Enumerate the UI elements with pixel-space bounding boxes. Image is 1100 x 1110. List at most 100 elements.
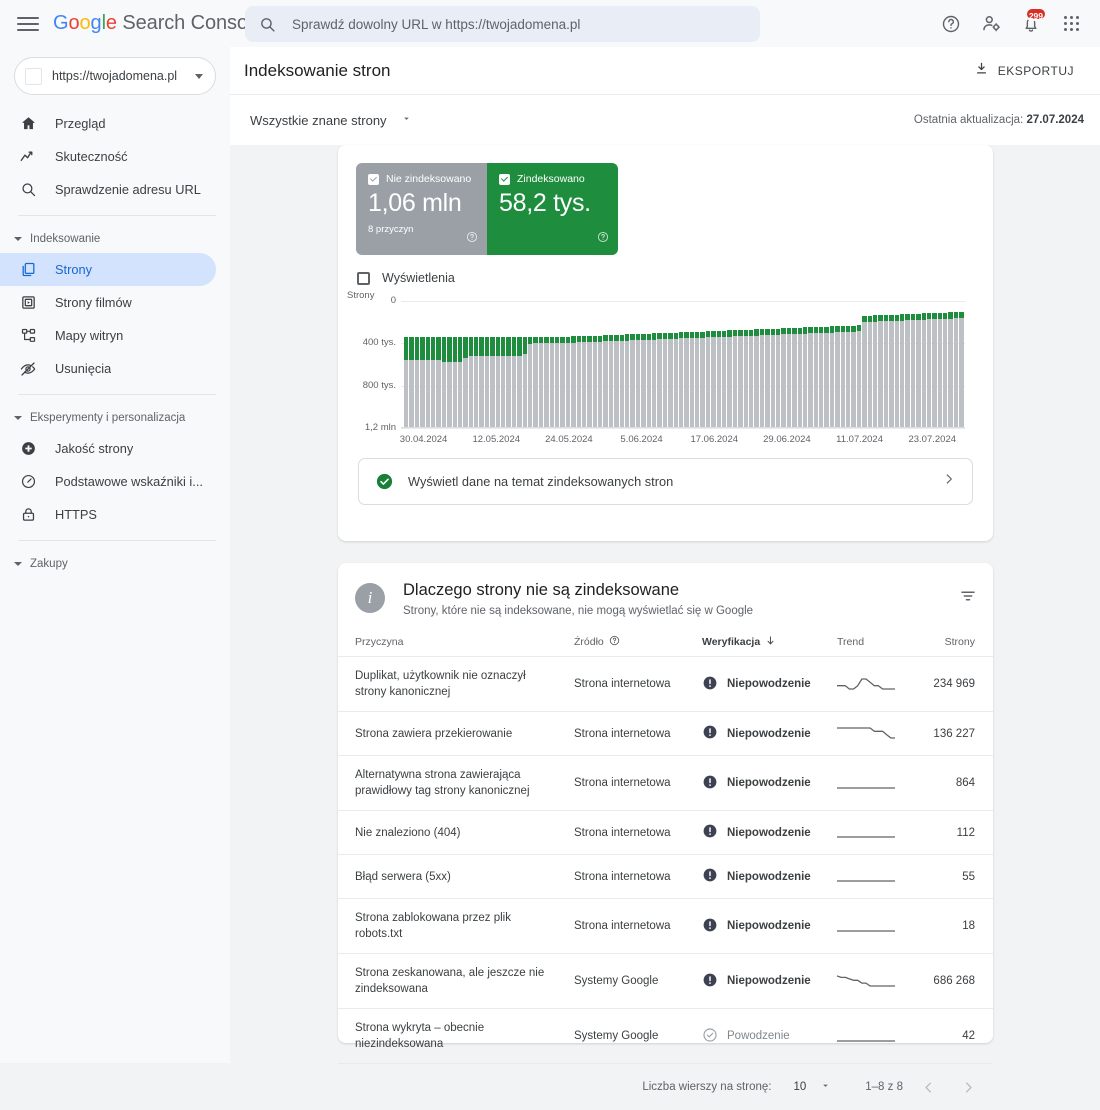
chart-bar[interactable]: [899, 314, 905, 428]
chart-bar[interactable]: [684, 332, 689, 428]
chart-bar[interactable]: [883, 314, 889, 428]
rows-per-page-select[interactable]: 10: [787, 1074, 837, 1100]
chart-bar[interactable]: [517, 336, 522, 428]
chart-bar[interactable]: [749, 329, 754, 428]
impressions-toggle[interactable]: Wyświetlenia: [357, 271, 993, 285]
chart-bar[interactable]: [959, 312, 964, 428]
chart-bar[interactable]: [501, 336, 506, 428]
chart-bar[interactable]: [872, 315, 878, 428]
chart-bar[interactable]: [840, 326, 846, 428]
chart-bar[interactable]: [409, 336, 414, 428]
chart-bar[interactable]: [953, 312, 959, 428]
table-row[interactable]: Strona zeskanowana, ale jeszcze nie zind…: [338, 953, 993, 1009]
property-selector[interactable]: https://twojadomena.pl: [14, 57, 216, 95]
chart-bar[interactable]: [754, 329, 759, 428]
chart-bar[interactable]: [441, 336, 447, 428]
chart-bar[interactable]: [436, 336, 441, 428]
chart-bar[interactable]: [625, 334, 630, 428]
chart-bar[interactable]: [678, 332, 684, 428]
sidebar-item-url-inspection[interactable]: Sprawdzenie adresu URL: [0, 173, 216, 206]
chart-bar[interactable]: [576, 336, 581, 428]
next-page-button[interactable]: [953, 1072, 983, 1102]
sidebar-group-shopping[interactable]: Zakupy: [0, 550, 230, 578]
chart-bar[interactable]: [797, 327, 802, 428]
chart-bar[interactable]: [738, 330, 743, 428]
chart-bar[interactable]: [856, 325, 862, 428]
chart-bar[interactable]: [587, 335, 592, 428]
impressions-checkbox[interactable]: [357, 271, 370, 285]
sidebar-item-overview[interactable]: Przegląd: [0, 107, 216, 140]
chart-bar[interactable]: [937, 312, 943, 428]
hamburger-menu-icon[interactable]: [17, 13, 39, 35]
chart-bar[interactable]: [689, 331, 695, 428]
table-row[interactable]: Duplikat, użytkownik nie oznaczył strony…: [338, 656, 993, 712]
sidebar-item-sitemaps[interactable]: Mapy witryn: [0, 319, 216, 352]
chart-bar[interactable]: [490, 336, 495, 428]
chart-bar[interactable]: [759, 329, 765, 428]
chart-bar[interactable]: [474, 336, 479, 428]
chart-bar[interactable]: [554, 336, 560, 428]
help-circle-icon[interactable]: [609, 635, 620, 649]
chart-bar[interactable]: [538, 337, 544, 428]
chart-bar[interactable]: [420, 336, 425, 428]
chart-bar[interactable]: [506, 336, 511, 428]
chart-bar[interactable]: [452, 336, 457, 428]
export-button[interactable]: EKSPORTUJ: [964, 55, 1084, 87]
sidebar-item-removals[interactable]: Usunięcia: [0, 352, 216, 385]
global-search-bar[interactable]: [245, 6, 760, 42]
chart-bar[interactable]: [786, 328, 792, 428]
chart-bar[interactable]: [765, 328, 770, 428]
chart-bar[interactable]: [673, 332, 678, 428]
sidebar-group-indexing[interactable]: Indeksowanie: [0, 225, 230, 253]
chart-bar[interactable]: [878, 315, 883, 428]
chart-bar[interactable]: [522, 337, 527, 428]
chart-bar[interactable]: [808, 327, 813, 428]
sidebar-group-experiments[interactable]: Eksperymenty i personalizacja: [0, 404, 230, 432]
chart-bar[interactable]: [824, 326, 829, 428]
table-row[interactable]: Strona zawiera przekierowanie Strona inte…: [338, 711, 993, 756]
table-row[interactable]: Strona zablokowana przez plik robots.txt…: [338, 898, 993, 954]
chart-bar[interactable]: [846, 325, 851, 428]
chart-bar[interactable]: [608, 335, 614, 428]
chart-bar[interactable]: [447, 336, 452, 428]
column-header-trend[interactable]: Trend: [837, 635, 907, 657]
chart-bar[interactable]: [668, 332, 673, 428]
chart-bar[interactable]: [727, 330, 732, 428]
metric-checkbox[interactable]: [368, 173, 379, 185]
chart-bar[interactable]: [700, 331, 705, 428]
chart-bar[interactable]: [565, 336, 571, 428]
chart-bar[interactable]: [468, 336, 474, 428]
chart-bar[interactable]: [889, 314, 894, 428]
page-filter-dropdown[interactable]: Wszystkie znane strony: [244, 106, 418, 134]
help-circle-icon[interactable]: [466, 230, 478, 248]
chart-bar[interactable]: [943, 312, 948, 428]
metric-checkbox[interactable]: [499, 173, 510, 185]
chart-bar[interactable]: [743, 329, 748, 428]
chart-bar[interactable]: [657, 333, 662, 428]
chart-bar[interactable]: [571, 336, 576, 428]
chart-bar[interactable]: [495, 336, 501, 428]
chart-bar[interactable]: [511, 336, 517, 428]
chart-bar[interactable]: [484, 336, 490, 428]
chart-bar[interactable]: [770, 328, 775, 428]
chart-bar[interactable]: [851, 325, 856, 428]
chart-bar[interactable]: [695, 331, 700, 428]
help-circle-icon[interactable]: [934, 7, 968, 41]
chart-bar[interactable]: [894, 314, 899, 428]
chart-bar[interactable]: [603, 335, 608, 428]
chart-bar[interactable]: [921, 313, 926, 428]
chart-bar[interactable]: [835, 326, 840, 428]
chart-bar[interactable]: [527, 337, 533, 428]
column-header-reason[interactable]: Przyczyna: [338, 635, 574, 657]
chart-bar[interactable]: [619, 334, 625, 428]
chart-bar[interactable]: [711, 331, 716, 428]
sidebar-item-video-pages[interactable]: Strony filmów: [0, 286, 216, 319]
chart-bar[interactable]: [404, 336, 409, 428]
chart-bar[interactable]: [598, 335, 603, 428]
apps-grid-icon[interactable]: [1054, 7, 1088, 41]
chart-bar[interactable]: [802, 327, 808, 428]
chart-bar[interactable]: [630, 334, 635, 428]
chart-bar[interactable]: [905, 314, 910, 428]
column-header-verification[interactable]: Weryfikacja: [702, 635, 837, 657]
chart-bar[interactable]: [533, 337, 538, 428]
